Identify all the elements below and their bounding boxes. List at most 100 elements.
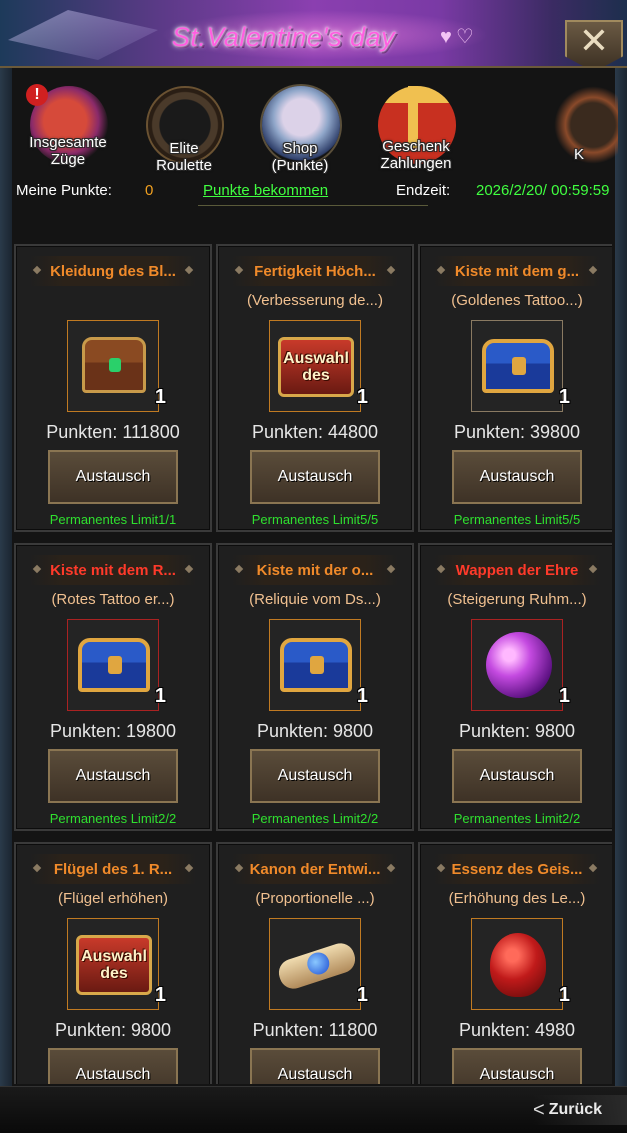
tab-label: Elite: [169, 140, 199, 157]
item-grid: Kleidung des Bl... 1 Punkten: 111800 Aus…: [12, 244, 612, 1084]
item-name: Kiste mit dem R...: [50, 561, 176, 579]
item-slot[interactable]: Auswahl des 1: [269, 320, 368, 412]
exchange-button-label: Austausch: [479, 468, 555, 485]
item-slot[interactable]: 1: [67, 619, 166, 711]
item-name: Kleidung des Bl...: [50, 262, 176, 280]
item-count: 1: [356, 386, 368, 408]
exchange-button-label: Austausch: [277, 767, 353, 784]
item-subtitle: (Goldenes Tattoo...): [451, 292, 583, 309]
blue-chest-icon: [78, 638, 150, 692]
exchange-button[interactable]: Austausch: [452, 749, 582, 803]
exchange-button[interactable]: Austausch: [250, 1048, 380, 1084]
blue-chest-icon: [280, 638, 352, 692]
purple-orb-icon: [486, 632, 552, 698]
item-slot[interactable]: 1: [471, 320, 570, 412]
tab-label: Insgesamte: [29, 134, 107, 151]
chevron-left-icon: <: [533, 1099, 545, 1121]
exchange-button[interactable]: Austausch: [452, 1048, 582, 1084]
tab-label: K: [574, 146, 585, 163]
item-subtitle: (Erhöhung des Le...): [448, 890, 586, 907]
exchange-button-label: Austausch: [479, 1066, 555, 1083]
exchange-button[interactable]: Austausch: [452, 450, 582, 504]
tab-partial[interactable]: K: [542, 80, 618, 176]
tab-geschenk-zahlungen[interactable]: Geschenk Zahlungen: [366, 80, 466, 176]
item-slot[interactable]: 1: [269, 619, 368, 711]
exchange-button-label: Austausch: [479, 767, 555, 784]
item-subtitle: (Proportionelle ...): [255, 890, 375, 907]
event-banner: St.Valentine's day ♥♡ ✕: [0, 0, 627, 68]
bottom-bar: < Zurück: [0, 1086, 627, 1133]
my-points-value: 0: [145, 182, 154, 199]
item-subtitle: (Flügel erhöhen): [57, 890, 169, 907]
item-subtitle: (Reliquie vom Ds...): [249, 591, 381, 608]
get-points-link[interactable]: Punkte bekommen: [203, 182, 328, 199]
item-count: 1: [558, 984, 570, 1006]
item-name: Essenz des Geis...: [451, 860, 583, 878]
item-slot[interactable]: 1: [67, 320, 166, 412]
close-icon: ✕: [578, 20, 610, 61]
exchange-button[interactable]: Austausch: [48, 749, 178, 803]
item-limit: Permanentes Limit2/2: [251, 811, 379, 826]
item-price: Punkten: 4980: [458, 1020, 576, 1040]
tab-label: (Punkte): [271, 157, 329, 174]
exchange-button-label: Austausch: [277, 468, 353, 485]
item-name: Kiste mit der o...: [256, 561, 374, 579]
exchange-button[interactable]: Austausch: [48, 1048, 178, 1084]
shop-item-card: Kleidung des Bl... 1 Punkten: 111800 Aus…: [14, 244, 212, 532]
exchange-button-label: Austausch: [75, 468, 151, 485]
end-time-value: 2026/2/20/ 00:59:59: [476, 182, 610, 199]
red-essence-icon: [490, 933, 546, 997]
item-name: Kiste mit dem g...: [454, 262, 580, 280]
points-info-bar: Meine Punkte: 0 Punkte bekommen Endzeit:…: [0, 178, 627, 206]
hearts-icon: ♥♡: [440, 26, 478, 48]
item-count: 1: [356, 685, 368, 707]
tab-label: Zahlungen: [380, 155, 452, 172]
item-slot[interactable]: Auswahl des 1: [67, 918, 166, 1010]
tab-label: Züge: [50, 151, 86, 168]
tab-elite-roulette[interactable]: Elite Roulette: [134, 80, 234, 176]
back-label: Zurück: [548, 1101, 603, 1118]
scroll-icon: [275, 939, 359, 993]
banner-title: St.Valentine's day: [171, 22, 396, 52]
item-name: Kanon der Entwi...: [249, 860, 381, 878]
item-price: Punkten: 39800: [453, 422, 581, 442]
item-count: 1: [356, 984, 368, 1006]
tab-insgesamte-zuege[interactable]: InsgesamteZüge: [18, 80, 118, 176]
item-count: 1: [154, 386, 166, 408]
item-name: Fertigkeit Höch...: [254, 262, 376, 280]
item-count: 1: [558, 386, 570, 408]
item-count: 1: [154, 984, 166, 1006]
tab-label: Geschenk: [382, 138, 450, 155]
shop-item-card: Fertigkeit Höch... (Verbesserung de...) …: [216, 244, 414, 532]
shop-item-card: Kiste mit dem g... (Goldenes Tattoo...) …: [418, 244, 612, 532]
selection-chest-icon: Auswahl des: [278, 337, 354, 397]
item-slot[interactable]: 1: [471, 619, 570, 711]
exchange-button[interactable]: Austausch: [48, 450, 178, 504]
exchange-button-label: Austausch: [75, 1066, 151, 1083]
item-name: Wappen der Ehre: [455, 561, 579, 579]
selection-chest-icon: Auswahl des: [76, 935, 152, 995]
item-slot[interactable]: 1: [269, 918, 368, 1010]
item-limit: Permanentes Limit2/2: [49, 811, 177, 826]
back-button[interactable]: < Zurück: [533, 1095, 627, 1125]
shop-item-card: Kanon der Entwi... (Proportionelle ...) …: [216, 842, 414, 1084]
close-button[interactable]: ✕: [565, 20, 623, 66]
item-count: 1: [558, 685, 570, 707]
item-price: Punkten: 11800: [252, 1020, 378, 1040]
tab-shop-punkte[interactable]: Shop (Punkte): [250, 80, 350, 176]
frame-left: [0, 68, 12, 1098]
exchange-button[interactable]: Austausch: [250, 450, 380, 504]
item-slot[interactable]: 1: [471, 918, 570, 1010]
item-limit: Permanentes Limit5/5: [251, 512, 379, 527]
item-price: Punkten: 111800: [46, 422, 180, 442]
tab-bar: InsgesamteZüge EliteRoulette Shop(Punkte…: [18, 80, 618, 176]
end-time-label: Endzeit:: [396, 182, 451, 199]
shop-item-card: Flügel des 1. R... (Flügel erhöhen) Ausw…: [14, 842, 212, 1084]
item-price: Punkten: 9800: [256, 721, 374, 741]
tab-label: Roulette: [156, 157, 212, 174]
item-subtitle: (Rotes Tattoo er...): [51, 591, 175, 608]
exchange-button-label: Austausch: [277, 1066, 353, 1083]
my-points-label: Meine Punkte:: [16, 182, 112, 199]
divider: [198, 205, 428, 206]
exchange-button[interactable]: Austausch: [250, 749, 380, 803]
